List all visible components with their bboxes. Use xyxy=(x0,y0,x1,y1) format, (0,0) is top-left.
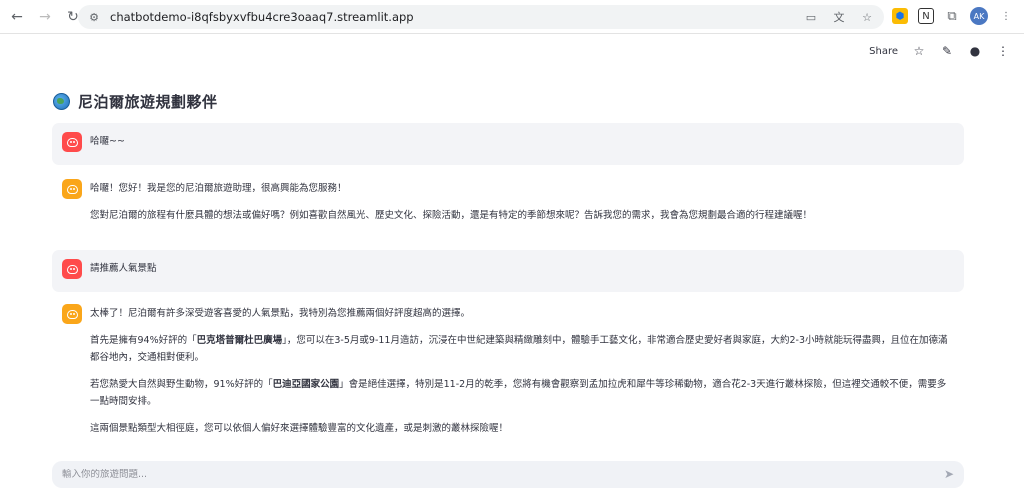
puzzle-icon[interactable]: ⧉ xyxy=(944,8,960,24)
chat-input[interactable] xyxy=(62,469,922,480)
bookmark-star-icon[interactable]: ☆ xyxy=(858,8,876,26)
assistant-message: 哈囉！您好！我是您的尼泊爾旅遊助理，很高興能為您服務！ 您對尼泊爾的旅程有什麼具… xyxy=(52,179,964,233)
user-avatar-icon xyxy=(62,259,82,279)
chat-input-container: ➤ xyxy=(52,461,964,488)
message-paragraph: 您對尼泊爾的旅程有什麼具體的想法或偏好嗎？例如喜歡自然風光、歷史文化、探險活動，… xyxy=(90,210,813,221)
page-title: 尼泊爾旅遊規劃夥伴 xyxy=(78,93,218,111)
more-menu-icon[interactable]: ⋮ xyxy=(996,44,1010,58)
message-text: 請推薦人氣景點 xyxy=(90,263,157,274)
user-message: 哈囉~~ xyxy=(52,123,964,165)
attraction-name: 巴克塔普爾杜巴廣場 xyxy=(196,335,283,346)
profile-avatar[interactable]: AK xyxy=(970,7,988,25)
assistant-avatar-icon xyxy=(62,304,82,324)
text-run: 首先是擁有94%好評的「 xyxy=(90,335,197,346)
text-run: 若您熱愛大自然與野生動物，91%好評的「 xyxy=(90,379,273,390)
edit-pencil-icon[interactable]: ✎ xyxy=(940,44,954,58)
message-paragraph: 若您熱愛大自然與野生動物，91%好評的「巴迪亞國家公園」會是絕佳選擇，特別是11… xyxy=(90,376,954,410)
send-icon[interactable]: ➤ xyxy=(942,467,956,481)
browser-toolbar: ← → ↻ ⚙ chatbotdemo-i8qfsbyxvfbu4cre3oaa… xyxy=(0,0,1024,34)
message-paragraph: 這兩個景點類型大相徑庭，您可以依個人偏好來選擇體驗豐富的文化遺產，或是刺激的叢林… xyxy=(90,423,509,434)
github-icon[interactable]: ● xyxy=(968,44,982,58)
forward-icon[interactable]: → xyxy=(34,6,56,28)
app-toolbar: Share ☆ ✎ ● ⋮ xyxy=(869,44,1010,58)
attraction-name: 巴迪亞國家公園 xyxy=(272,379,340,390)
back-icon[interactable]: ← xyxy=(6,6,28,28)
assistant-avatar-icon xyxy=(62,179,82,199)
extensions-area: ⬢ N ⧉ AK ⋮ xyxy=(892,7,1014,25)
message-text: 哈囉~~ xyxy=(90,136,125,147)
url-text[interactable]: chatbotdemo-i8qfsbyxvfbu4cre3oaaq7.strea… xyxy=(110,10,414,24)
nav-buttons: ← → ↻ xyxy=(6,6,84,28)
notion-extension-icon[interactable]: N xyxy=(918,8,934,24)
chat-history: 哈囉~~ 哈囉！您好！我是您的尼泊爾旅遊助理，很高興能為您服務！ 您對尼泊爾的旅… xyxy=(52,123,964,446)
star-icon[interactable]: ☆ xyxy=(912,44,926,58)
message-paragraph: 首先是擁有94%好評的「巴克塔普爾杜巴廣場」，您可以在3-5月或9-11月造訪，… xyxy=(90,332,954,366)
translate-icon[interactable]: 文 xyxy=(830,8,848,26)
cast-icon[interactable]: ▭ xyxy=(802,8,820,26)
extension-icon[interactable]: ⬢ xyxy=(892,8,908,24)
assistant-message: 太棒了！尼泊爾有許多深受遊客喜愛的人氣景點，我特別為您推薦兩個好評度超高的選擇。… xyxy=(52,302,964,446)
message-paragraph: 哈囉！您好！我是您的尼泊爾旅遊助理，很高興能為您服務！ xyxy=(90,183,347,194)
browser-menu-icon[interactable]: ⋮ xyxy=(998,8,1014,24)
globe-icon xyxy=(53,93,70,110)
user-avatar-icon xyxy=(62,132,82,152)
user-message: 請推薦人氣景點 xyxy=(52,250,964,292)
address-bar[interactable]: ⚙ chatbotdemo-i8qfsbyxvfbu4cre3oaaq7.str… xyxy=(78,5,884,29)
page-header: 尼泊爾旅遊規劃夥伴 xyxy=(53,91,218,112)
share-button[interactable]: Share xyxy=(869,46,898,57)
site-info-icon[interactable]: ⚙ xyxy=(86,9,102,25)
message-paragraph: 太棒了！尼泊爾有許多深受遊客喜愛的人氣景點，我特別為您推薦兩個好評度超高的選擇。 xyxy=(90,308,471,319)
